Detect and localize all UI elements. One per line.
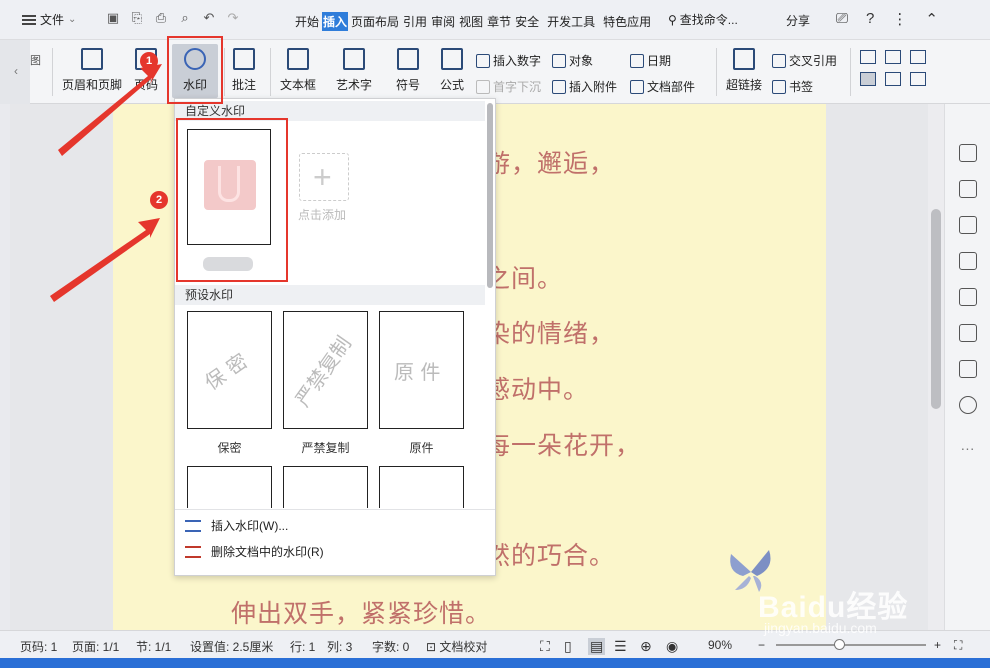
zoom-level[interactable]: 90% [708, 638, 732, 652]
zoom-in-icon[interactable]: + [934, 638, 941, 652]
zoom-slider-thumb[interactable] [834, 639, 845, 650]
status-word-count[interactable]: 字数: 0 [372, 638, 409, 655]
status-col: 列: 3 [327, 640, 353, 654]
arrow-2 [50, 218, 160, 302]
annotation-arrows [50, 64, 162, 302]
taskbar-edge [0, 658, 990, 668]
proofread-label: 文档校对 [439, 640, 488, 654]
outline-view-icon[interactable]: ☰ [614, 638, 627, 655]
status-setting: 设置值: 2.5厘米 [190, 640, 274, 654]
fit-window-icon[interactable]: ⛶ [954, 638, 962, 653]
arrow-1 [58, 64, 162, 156]
web-view-icon[interactable]: ⊕ [640, 638, 652, 655]
status-page-code: 页码: 1 [20, 640, 58, 654]
page-view-icon[interactable]: ▤ [588, 638, 606, 655]
annotation-badge-2: 2 [150, 191, 168, 209]
proofread-icon: ⊡ [426, 640, 437, 654]
annotation-badge-1: 1 [140, 52, 158, 70]
proofread-button[interactable]: ⊡ 文档校对 [426, 638, 487, 655]
status-section: 节: 1/1 [136, 640, 172, 654]
status-row: 行: 1 [290, 640, 316, 654]
zoom-slider[interactable] [776, 639, 926, 650]
zoom-out-icon[interactable]: − [758, 638, 765, 652]
fullscreen-icon[interactable]: ⛶ [540, 638, 550, 655]
read-mode-icon[interactable]: ▯ [564, 638, 572, 655]
eye-protect-icon[interactable]: ◉ [666, 638, 678, 655]
status-pages: 页面: 1/1 [72, 640, 120, 654]
baidu-watermark-url: jingyan.baidu.com [764, 620, 877, 636]
